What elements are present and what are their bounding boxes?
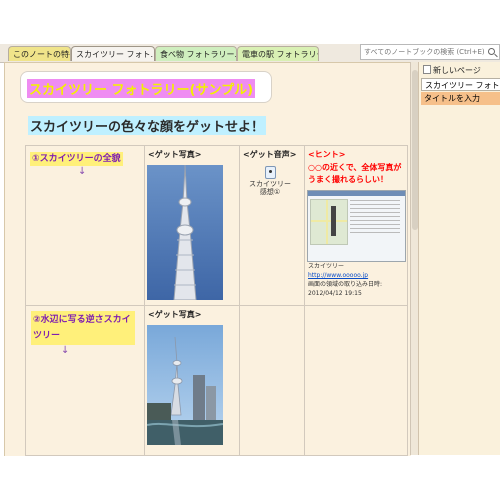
search-icon[interactable] (488, 48, 495, 55)
note-page[interactable]: スカイツリー フォトラリー(サンプル) スカイツリーの色々な顔をゲットせよ！ ①… (4, 62, 411, 456)
thumbnail-header (308, 191, 405, 196)
skytree-photo-1-image (147, 165, 223, 300)
tab-food-photo-rally[interactable]: 食べ物 フォトラリー... (155, 46, 237, 61)
hint-title-1: <ヒント> (308, 150, 346, 159)
down-arrow-2: ↓ (61, 345, 70, 356)
thumbnail-map (310, 199, 348, 245)
new-page-button[interactable]: 新しいページ (423, 65, 481, 76)
new-page-label: 新しいページ (433, 66, 481, 75)
hint-label-2: ②水辺に写る逆さスカイツリー (31, 311, 135, 345)
search-input[interactable] (364, 46, 484, 58)
new-page-icon (423, 65, 431, 74)
skytree-photo-2-image (147, 325, 223, 445)
screen-clip-thumbnail[interactable] (307, 190, 406, 262)
clip-caption: スカイツリー (308, 263, 345, 270)
audio-file-name-1: スカイツリー感想① (249, 180, 291, 196)
page-list-panel: 新しいページ スカイツリー フォトラ タイトルを入力 (418, 62, 500, 455)
hint-label-1: ①スカイツリーの全貌 (30, 152, 123, 166)
clip-link[interactable]: http://www.ooooo.jp (308, 272, 368, 279)
down-arrow-1: ↓ (78, 166, 87, 177)
tab-skytree-photo-rally[interactable]: スカイツリー フォト... (71, 46, 155, 61)
table-cell-hint-2[interactable]: ②水辺に写る逆さスカイツリー ↓ (25, 305, 145, 456)
table-cell-hint-1[interactable]: ①スカイツリーの全貌 ↓ (25, 145, 145, 306)
clip-datetime: 2012/04/12 19:15 (308, 290, 362, 297)
table-cell-clip-2[interactable] (304, 305, 408, 456)
photo-label-1: <ゲット写真> (148, 150, 202, 159)
hint-body-1: ○○の近くで、全体写真がうまく撮れるらしい！ (308, 163, 402, 184)
clip-meta: 画面の領域の取り込み日時: (308, 281, 383, 288)
photo-rally-table: ①スカイツリーの全貌 ↓ <ゲット写真> <ゲット音声> スカイツリー感想① <… (25, 145, 408, 456)
table-cell-audio-2[interactable] (239, 305, 305, 456)
audio-file-icon (264, 166, 276, 179)
skytree-photo-2[interactable] (147, 325, 223, 445)
audio-label-1: <ゲット音声> (243, 150, 297, 159)
table-cell-audio-1[interactable]: <ゲット音声> スカイツリー感想① (239, 145, 305, 306)
skytree-photo-1[interactable] (147, 165, 223, 300)
page-title: スカイツリー フォトラリー(サンプル) (27, 79, 256, 98)
audio-attachment-1[interactable]: スカイツリー感想① (248, 166, 292, 196)
thumbnail-text (350, 200, 400, 201)
thumbnail-tower (331, 206, 336, 236)
tab-feature[interactable]: このノートの特長 (8, 46, 71, 61)
tab-station-photo-rally[interactable]: 電車の駅 フォトラリー (237, 46, 319, 61)
table-cell-photo-1[interactable]: <ゲット写真> (144, 145, 240, 306)
page-subtitle: スカイツリーの色々な顔をゲットせよ！ (28, 116, 267, 135)
table-cell-photo-2[interactable]: <ゲット写真> (144, 305, 240, 456)
table-cell-clip-1[interactable]: <ヒント> ○○の近くで、全体写真がうまく撮れるらしい！ スカイツリー http… (304, 145, 408, 306)
page-title-container[interactable]: スカイツリー フォトラリー(サンプル) (20, 71, 272, 103)
page-item-untitled[interactable]: タイトルを入力 (421, 92, 500, 105)
page-item-skytree[interactable]: スカイツリー フォトラ (421, 78, 500, 91)
search-box[interactable] (360, 44, 500, 60)
photo-label-2: <ゲット写真> (148, 310, 202, 319)
